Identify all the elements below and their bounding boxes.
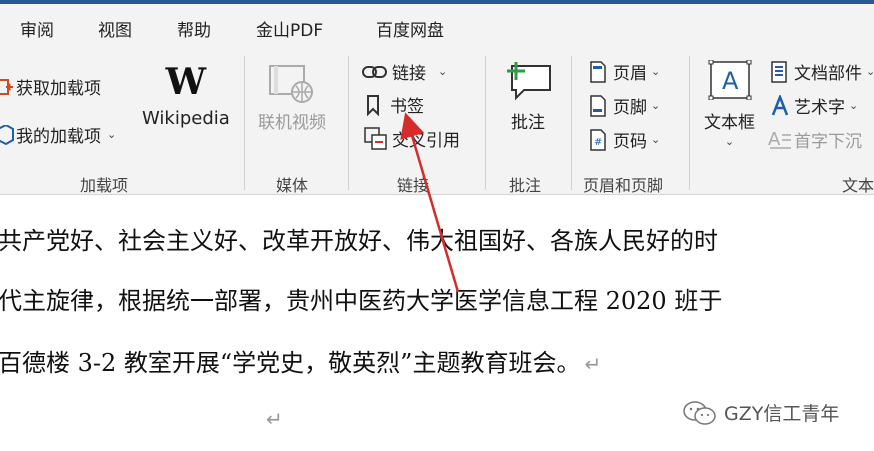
svg-text:A: A	[768, 129, 781, 150]
svg-text:A: A	[722, 67, 739, 95]
link-button[interactable]: 链接 ⌄	[362, 59, 447, 84]
group-label-header-footer: 页眉和页脚	[583, 176, 664, 195]
group-label-comments: 批注	[509, 176, 542, 195]
document-page[interactable]: 共产党好、社会主义好、改革开放好、伟大祖国好、各族人民好的时 代主旋律，根据统一…	[0, 195, 874, 451]
online-video-button[interactable]: 联机视频	[258, 64, 326, 133]
my-addins-button[interactable]: 我的加载项 ⌄	[0, 122, 116, 147]
online-video-icon	[268, 64, 316, 104]
group-divider	[689, 56, 690, 190]
drop-cap-icon: A	[768, 129, 792, 151]
new-comment-button[interactable]: 批注	[504, 60, 552, 133]
tab-review[interactable]: 审阅	[20, 16, 54, 41]
chevron-down-icon: ⌄	[107, 128, 117, 141]
paragraph-mark: ↵	[584, 352, 602, 376]
wikipedia-icon: W	[165, 61, 207, 103]
wordart-button[interactable]: 艺术字 ⌄	[770, 93, 858, 118]
wikipedia-button[interactable]: W Wikipedia	[142, 61, 230, 129]
page-number-button[interactable]: # 页码 ⌄	[589, 127, 660, 152]
group-divider	[485, 56, 486, 190]
quick-parts-button[interactable]: 文档部件 ⌄	[770, 59, 874, 84]
cross-reference-button[interactable]: 交叉引用	[364, 126, 460, 151]
group-divider	[571, 56, 572, 190]
drop-cap-label: 首字下沉	[794, 132, 862, 152]
line-text: 共产党好、社会主义好、改革开放好、伟大祖国好、各族人民好的时	[0, 227, 718, 255]
chevron-down-icon: ⌄	[724, 135, 735, 148]
header-button[interactable]: 页眉 ⌄	[589, 59, 660, 84]
wordart-label: 艺术字	[794, 98, 845, 118]
bookmark-label: 书签	[390, 97, 424, 117]
group-label-links: 链接	[397, 176, 430, 195]
ribbon-tabs: 审阅 视图 帮助 金山PDF 百度网盘	[0, 4, 874, 48]
group-label-text: 文本	[842, 176, 874, 195]
watermark: GZY信工青年	[682, 399, 839, 426]
hexagon-icon	[0, 124, 14, 145]
text-box-icon: A	[707, 60, 753, 100]
wikipedia-label: Wikipedia	[142, 108, 230, 129]
ribbon: 获取加载项 我的加载项 ⌄ W Wikipedia 加载项 联机视频 媒体 链接	[0, 48, 874, 195]
cross-reference-icon	[364, 126, 388, 151]
drop-cap-button[interactable]: A 首字下沉	[768, 127, 862, 153]
bookmark-icon	[366, 94, 380, 116]
tab-help[interactable]: 帮助	[177, 16, 211, 41]
cross-reference-label: 交叉引用	[392, 131, 460, 151]
group-label-media: 媒体	[276, 176, 309, 195]
chevron-down-icon: ⌄	[651, 65, 661, 78]
wordart-icon	[770, 94, 790, 117]
quick-parts-label: 文档部件	[794, 64, 862, 84]
tab-baidu-netdisk[interactable]: 百度网盘	[376, 16, 444, 41]
footer-label: 页脚	[613, 98, 647, 118]
online-video-label: 联机视频	[258, 113, 326, 133]
svg-text:#: #	[594, 137, 602, 148]
page-number-label: 页码	[613, 132, 647, 152]
chevron-down-icon: ⌄	[651, 99, 661, 112]
watermark-text: GZY信工青年	[724, 403, 840, 425]
text-box-button[interactable]: A 文本框 ⌄	[704, 60, 755, 148]
bookmark-button[interactable]: 书签	[366, 92, 424, 117]
chevron-down-icon: ⌄	[866, 65, 874, 78]
paragraph-line: 代主旋律，根据统一部署，贵州中医药大学医学信息工程 2020 班于	[0, 281, 722, 316]
group-divider	[244, 56, 245, 190]
get-addins-label: 获取加载项	[16, 79, 101, 99]
link-label: 链接	[392, 64, 426, 84]
line-text: 代主旋律，根据统一部署，贵州中医药大学医学信息工程 2020 班于	[0, 287, 723, 315]
quick-parts-icon	[770, 60, 788, 83]
wechat-icon	[682, 400, 718, 426]
line-text: 百德楼 3-2 教室开展“学党史，敬英烈”主题教育班会。	[0, 349, 581, 377]
text-box-label: 文本框	[704, 113, 755, 133]
chevron-down-icon: ⌄	[438, 65, 448, 78]
footer-button[interactable]: 页脚 ⌄	[589, 93, 660, 118]
footer-icon	[589, 94, 607, 117]
tab-kingsoft-pdf[interactable]: 金山PDF	[256, 16, 323, 41]
paragraph-mark: ↵	[266, 407, 283, 431]
paragraph-line: 百德楼 3-2 教室开展“学党史，敬英烈”主题教育班会。 ↵	[0, 343, 601, 378]
new-comment-icon	[504, 60, 552, 102]
group-divider	[348, 56, 349, 190]
header-icon	[589, 60, 607, 83]
page-number-icon: #	[589, 128, 607, 151]
my-addins-label: 我的加载项	[16, 127, 101, 147]
chevron-down-icon: ⌄	[849, 99, 859, 112]
chain-link-icon	[362, 63, 388, 81]
addin-store-icon	[0, 78, 14, 96]
header-label: 页眉	[613, 64, 647, 84]
chevron-down-icon: ⌄	[651, 133, 661, 146]
new-comment-label: 批注	[511, 113, 545, 133]
get-addins-button[interactable]: 获取加载项	[0, 74, 101, 99]
tab-view[interactable]: 视图	[98, 16, 132, 41]
paragraph-line: 共产党好、社会主义好、改革开放好、伟大祖国好、各族人民好的时	[0, 221, 718, 256]
group-label-addins: 加载项	[80, 176, 129, 195]
